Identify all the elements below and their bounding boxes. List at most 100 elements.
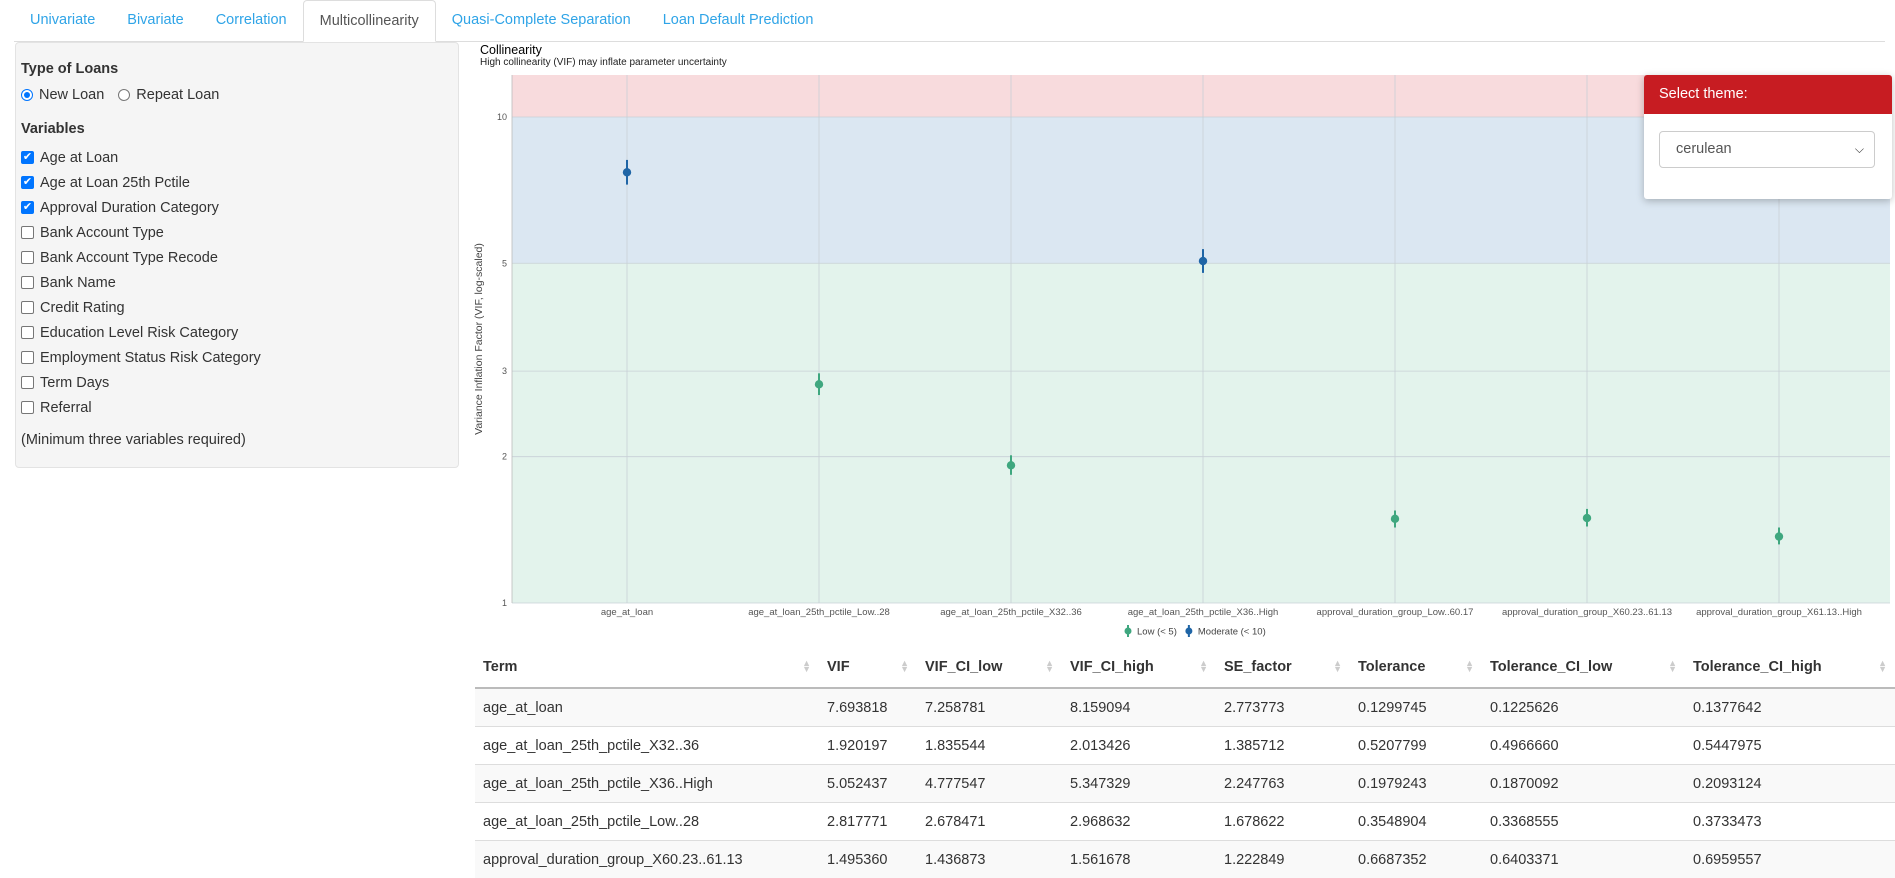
checkbox[interactable] <box>21 226 34 239</box>
x-tick-label: age_at_loan_25th_pctile_Low..28 <box>748 607 890 618</box>
vif-point[interactable] <box>1582 513 1592 523</box>
table-row[interactable]: approval_duration_group_X60.23..61.13 1.4… <box>475 840 1895 878</box>
checkbox[interactable]: ✔ <box>21 151 34 164</box>
table-cell: age_at_loan_25th_pctile_X32..36 <box>475 726 819 765</box>
table-cell: 1.222849 <box>1216 840 1350 878</box>
sort-icon[interactable]: ▲ ▼ <box>1045 659 1054 674</box>
tab-quasi-complete-separation[interactable]: Quasi-Complete Separation <box>436 0 647 40</box>
sidebar-panel: Type of Loans New Loan Repeat Loan Variab… <box>15 42 459 468</box>
checkbox-label: Bank Name <box>40 274 116 291</box>
column-header-label: Term <box>483 659 518 675</box>
column-header-vif[interactable]: VIF ▲ ▼ <box>819 647 917 689</box>
variable-option-credit-rating[interactable]: Credit Rating <box>21 295 453 320</box>
x-tick-label: age_at_loan_25th_pctile_X36..High <box>1128 607 1279 618</box>
table-cell: 0.1979243 <box>1350 764 1482 803</box>
tab-multicollinearity[interactable]: Multicollinearity <box>302 0 436 42</box>
sort-icon[interactable]: ▲ ▼ <box>1465 659 1474 674</box>
column-header-tolerance[interactable]: Tolerance ▲ ▼ <box>1350 647 1482 689</box>
table-cell: 1.561678 <box>1062 840 1216 878</box>
column-header-tolerance-ci-low[interactable]: Tolerance_CI_low ▲ ▼ <box>1482 647 1685 689</box>
radio-button[interactable] <box>118 89 131 101</box>
variable-option-bank-account-type[interactable]: Bank Account Type <box>21 220 453 245</box>
column-header-se-factor[interactable]: SE_factor ▲ ▼ <box>1216 647 1350 689</box>
table-cell: 4.777547 <box>917 764 1062 803</box>
checkbox[interactable] <box>21 326 34 339</box>
sort-icon[interactable]: ▲ ▼ <box>1333 659 1342 674</box>
table-cell: 0.1870092 <box>1482 764 1685 803</box>
theme-select[interactable]: cerulean ⌵ <box>1659 131 1875 168</box>
checkbox[interactable]: ✔ <box>21 176 34 189</box>
vif-point[interactable] <box>1774 532 1784 541</box>
column-header-label: VIF_CI_high <box>1070 659 1154 675</box>
y-tick-label: 2 <box>502 452 507 462</box>
vif-point[interactable] <box>622 168 632 177</box>
variable-option-term-days[interactable]: Term Days <box>21 370 453 395</box>
table-row[interactable]: age_at_loan_25th_pctile_X32..36 1.920197 1… <box>475 726 1895 765</box>
variable-option-approval-duration-category[interactable]: ✔ Approval Duration Category <box>21 195 453 220</box>
column-header-vif-ci-high[interactable]: VIF_CI_high ▲ ▼ <box>1062 647 1216 689</box>
table-cell: 0.1299745 <box>1350 687 1482 727</box>
column-header-label: SE_factor <box>1224 659 1292 675</box>
variable-option-age-at-loan-25th-pctile[interactable]: ✔ Age at Loan 25th Pctile <box>21 170 453 195</box>
table-cell: age_at_loan_25th_pctile_X36..High <box>475 764 819 803</box>
checkbox-label: Approval Duration Category <box>40 199 219 216</box>
column-header-label: Tolerance_CI_low <box>1490 659 1613 675</box>
table-row[interactable]: age_at_loan 7.693818 7.258781 8.159094 2.773… <box>475 687 1895 727</box>
x-tick-label: approval_duration_group_Low..60.17 <box>1317 607 1474 618</box>
sort-icon[interactable]: ▲ ▼ <box>802 659 811 674</box>
sort-icon[interactable]: ▲ ▼ <box>1668 659 1677 674</box>
column-header-label: Tolerance_CI_high <box>1693 659 1822 675</box>
sort-icon[interactable]: ▲ ▼ <box>900 659 909 674</box>
checkbox-label: Credit Rating <box>40 299 125 316</box>
table-cell: 0.5207799 <box>1350 726 1482 765</box>
sort-icon[interactable]: ▲ ▼ <box>1878 659 1887 674</box>
variable-option-age-at-loan[interactable]: ✔ Age at Loan <box>21 145 453 170</box>
checkbox[interactable] <box>21 251 34 264</box>
vif-point[interactable] <box>1006 461 1016 470</box>
radio-label: New Loan <box>39 87 105 103</box>
table-row[interactable]: age_at_loan_25th_pctile_Low..28 2.817771 2… <box>475 802 1895 841</box>
table-cell: 5.347329 <box>1062 764 1216 803</box>
checkbox[interactable] <box>21 301 34 314</box>
table-row[interactable]: age_at_loan_25th_pctile_X36..High 5.05243… <box>475 764 1895 803</box>
checkbox[interactable] <box>21 276 34 289</box>
column-header-tolerance-ci-high[interactable]: Tolerance_CI_high ▲ ▼ <box>1685 647 1895 689</box>
table-cell: 0.5447975 <box>1685 726 1895 765</box>
radio-button[interactable] <box>21 89 33 101</box>
checkbox[interactable] <box>21 376 34 389</box>
y-tick-label: 3 <box>502 366 507 376</box>
vif-point[interactable] <box>1198 256 1208 266</box>
checkbox[interactable] <box>21 351 34 364</box>
checkbox-label: Employment Status Risk Category <box>40 349 261 366</box>
plot-subtitle: High collinearity (VIF) may inflate para… <box>480 57 727 68</box>
variable-option-employment-status-risk-category[interactable]: Employment Status Risk Category <box>21 345 453 370</box>
legend-label: Low (< 5) <box>1137 627 1177 638</box>
variable-option-bank-name[interactable]: Bank Name <box>21 270 453 295</box>
vif-table-container: Term ▲ ▼ VIF ▲ ▼ VIF_CI_low ▲ ▼ VIF_CI_high ▲ ▼ SE_f… <box>475 647 1895 878</box>
checkbox[interactable]: ✔ <box>21 201 34 214</box>
column-header-term[interactable]: Term ▲ ▼ <box>475 647 819 689</box>
vif-point[interactable] <box>814 380 824 389</box>
tab-bivariate[interactable]: Bivariate <box>111 0 199 40</box>
tab-loan-default-prediction[interactable]: Loan Default Prediction <box>647 0 830 40</box>
table-cell: 0.6959557 <box>1685 840 1895 878</box>
variable-option-education-level-risk-category[interactable]: Education Level Risk Category <box>21 320 453 345</box>
checkbox-label: Referral <box>40 399 92 416</box>
checkbox[interactable] <box>21 401 34 414</box>
sort-icon[interactable]: ▲ ▼ <box>1199 659 1208 674</box>
loan-type-radio-group: New Loan Repeat Loan <box>21 85 453 105</box>
chevron-down-icon: ⌵ <box>1854 142 1864 156</box>
column-header-vif-ci-low[interactable]: VIF_CI_low ▲ ▼ <box>917 647 1062 689</box>
tab-univariate[interactable]: Univariate <box>14 0 111 40</box>
checkbox-label: Term Days <box>40 374 110 391</box>
radio-new-loan[interactable]: New Loan <box>21 87 104 103</box>
legend-label: Moderate (< 10) <box>1198 627 1266 638</box>
variable-option-bank-account-type-recode[interactable]: Bank Account Type Recode <box>21 245 453 270</box>
table-cell: 8.159094 <box>1062 687 1216 727</box>
radio-repeat-loan[interactable]: Repeat Loan <box>118 87 219 103</box>
vif-band-0 <box>512 263 1890 603</box>
table-cell: approval_duration_group_X60.23..61.13 <box>475 840 819 878</box>
variable-option-referral[interactable]: Referral <box>21 395 453 420</box>
tab-correlation[interactable]: Correlation <box>200 0 303 40</box>
vif-point[interactable] <box>1390 514 1400 524</box>
